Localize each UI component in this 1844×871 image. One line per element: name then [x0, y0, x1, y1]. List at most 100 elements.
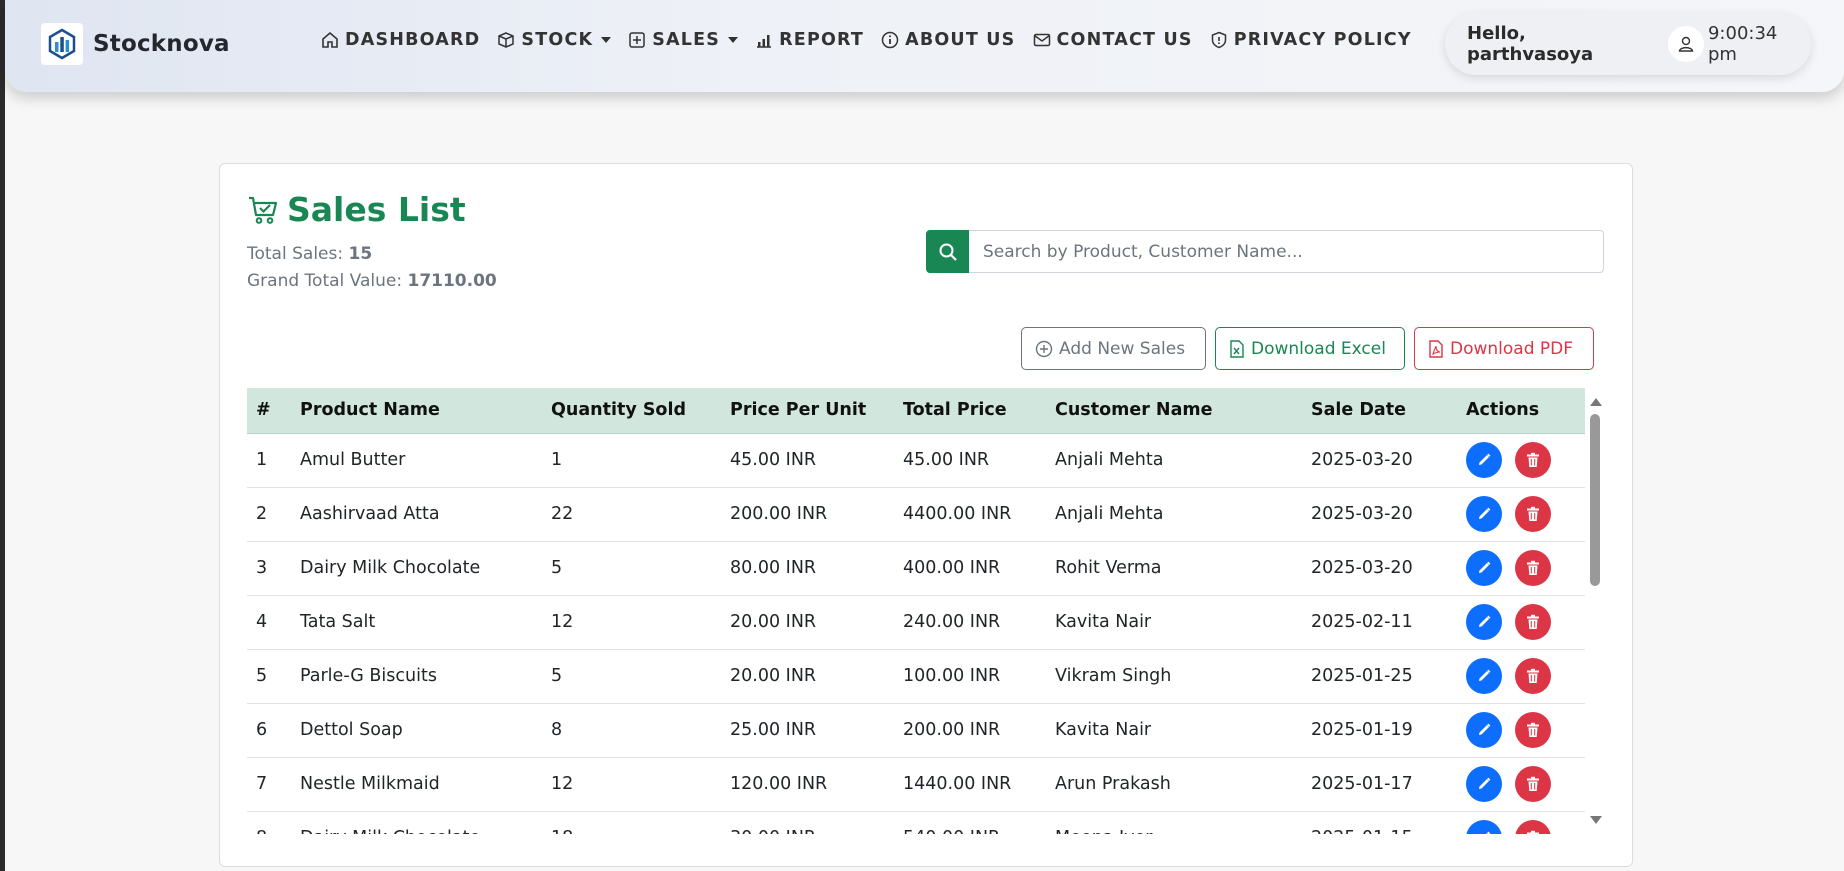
- nav-stock[interactable]: STOCK: [497, 30, 612, 50]
- plus-square-icon: [629, 32, 645, 48]
- cell-index: 3: [247, 541, 291, 596]
- total-sales-value: 15: [348, 244, 373, 264]
- add-new-sales-button[interactable]: Add New Sales: [1021, 327, 1206, 370]
- nav-sales[interactable]: SALES: [628, 30, 739, 50]
- cell-product: Tata Salt: [291, 595, 542, 650]
- cell-index: 5: [247, 649, 291, 704]
- cell-index: 8: [247, 811, 291, 834]
- nav-contact[interactable]: CONTACT US: [1033, 30, 1193, 50]
- delete-button[interactable]: [1515, 442, 1551, 478]
- delete-button[interactable]: [1515, 604, 1551, 640]
- delete-button[interactable]: [1515, 766, 1551, 802]
- pencil-icon: [1479, 561, 1491, 573]
- row-actions: [1466, 812, 1576, 834]
- cell-index: 2: [247, 487, 291, 542]
- cell-price-per-unit: 20.00 INR: [721, 595, 894, 650]
- search-icon: [939, 243, 957, 261]
- col-header-product: Product Name: [291, 388, 542, 434]
- table-body: 1 Amul Butter 1 45.00 INR 45.00 INR Anjali Me…: [247, 433, 1585, 834]
- edit-button[interactable]: [1466, 496, 1502, 532]
- search-input[interactable]: [969, 230, 1604, 273]
- delete-button[interactable]: [1515, 496, 1551, 532]
- trash-icon: [1527, 506, 1539, 521]
- nav-about[interactable]: ABOUT US: [881, 30, 1015, 50]
- nav-report[interactable]: REPORT: [755, 30, 864, 50]
- add-new-sales-label: Add New Sales: [1059, 338, 1186, 359]
- cell-product: Aashirvaad Atta: [291, 487, 542, 542]
- cell-index: 7: [247, 757, 291, 812]
- nav-dashboard[interactable]: DASHBOARD: [321, 30, 480, 50]
- cell-customer: Anjali Mehta: [1046, 433, 1302, 488]
- scroll-down-arrow-icon[interactable]: [1590, 816, 1602, 824]
- brand-name: Stocknova: [93, 31, 230, 57]
- delete-button[interactable]: [1515, 658, 1551, 694]
- pencil-icon: [1479, 669, 1491, 681]
- action-buttons: Add New Sales Download Excel Download PD…: [1021, 327, 1603, 370]
- plus-circle-icon: [1035, 340, 1053, 357]
- cell-sale-date: 2025-01-15: [1302, 811, 1457, 834]
- brand-logo-icon: [41, 23, 83, 65]
- cell-price-per-unit: 80.00 INR: [721, 541, 894, 596]
- cell-total-price: 1440.00 INR: [894, 757, 1046, 812]
- user-info: Hello, parthvasoya 9:00:34 pm: [1445, 13, 1811, 75]
- table-scrollbar[interactable]: [1585, 388, 1605, 834]
- cell-index: 6: [247, 703, 291, 758]
- grand-total-label: Grand Total Value:: [247, 271, 403, 291]
- cell-quantity: 5: [542, 541, 721, 596]
- cell-total-price: 200.00 INR: [894, 703, 1046, 758]
- row-actions: [1466, 704, 1576, 757]
- sales-table: # Product Name Quantity Sold Price Per U…: [247, 388, 1585, 834]
- cell-index: 1: [247, 433, 291, 488]
- nav-sales-label: SALES: [652, 30, 721, 50]
- nav-about-label: ABOUT US: [905, 30, 1016, 50]
- cell-quantity: 8: [542, 703, 721, 758]
- col-header-price-per-unit: Price Per Unit: [721, 388, 894, 434]
- pencil-icon: [1479, 777, 1491, 789]
- user-avatar[interactable]: [1668, 26, 1704, 62]
- edit-button[interactable]: [1466, 658, 1502, 694]
- file-pdf-icon: [1429, 339, 1443, 358]
- download-excel-button[interactable]: Download Excel: [1215, 327, 1405, 370]
- cell-product: Nestle Milkmaid: [291, 757, 542, 812]
- scrollbar-thumb[interactable]: [1590, 414, 1600, 586]
- cell-total-price: 400.00 INR: [894, 541, 1046, 596]
- cell-sale-date: 2025-03-20: [1302, 487, 1457, 542]
- col-header-total-price: Total Price: [894, 388, 1046, 434]
- clock: 9:00:34 pm: [1707, 23, 1778, 65]
- cell-sale-date: 2025-01-19: [1302, 703, 1457, 758]
- info-icon: [881, 31, 899, 49]
- nav-report-label: REPORT: [779, 30, 865, 50]
- nav-privacy[interactable]: PRIVACY POLICY: [1210, 30, 1412, 50]
- trash-icon: [1527, 452, 1539, 467]
- delete-button[interactable]: [1515, 712, 1551, 748]
- cell-quantity: 5: [542, 649, 721, 704]
- cell-total-price: 100.00 INR: [894, 649, 1046, 704]
- edit-button[interactable]: [1466, 550, 1502, 586]
- cell-customer: Kavita Nair: [1046, 703, 1302, 758]
- edit-button[interactable]: [1466, 712, 1502, 748]
- trash-icon: [1527, 560, 1539, 575]
- scroll-up-arrow-icon[interactable]: [1590, 398, 1602, 406]
- user-icon: [1678, 36, 1694, 52]
- window-left-edge: [0, 0, 5, 871]
- edit-button[interactable]: [1466, 604, 1502, 640]
- cell-customer: Vikram Singh: [1046, 649, 1302, 704]
- envelope-icon: [1033, 33, 1050, 47]
- cell-customer: Anjali Mehta: [1046, 487, 1302, 542]
- cell-quantity: 22: [542, 487, 721, 542]
- brand[interactable]: Stocknova: [41, 23, 230, 65]
- table-row: 7 Nestle Milkmaid 12 120.00 INR 1440.00 INR A…: [247, 757, 1585, 812]
- edit-button[interactable]: [1466, 766, 1502, 802]
- delete-button[interactable]: [1515, 820, 1551, 834]
- edit-button[interactable]: [1466, 820, 1502, 834]
- cell-price-per-unit: 25.00 INR: [721, 703, 894, 758]
- delete-button[interactable]: [1515, 550, 1551, 586]
- download-pdf-button[interactable]: Download PDF: [1414, 327, 1594, 370]
- download-pdf-label: Download PDF: [1450, 338, 1574, 359]
- edit-button[interactable]: [1466, 442, 1502, 478]
- nav-stock-label: STOCK: [521, 30, 594, 50]
- cell-actions: [1457, 541, 1585, 596]
- search-button[interactable]: [926, 230, 969, 273]
- sales-table-container[interactable]: # Product Name Quantity Sold Price Per U…: [247, 388, 1605, 834]
- cell-quantity: 12: [542, 595, 721, 650]
